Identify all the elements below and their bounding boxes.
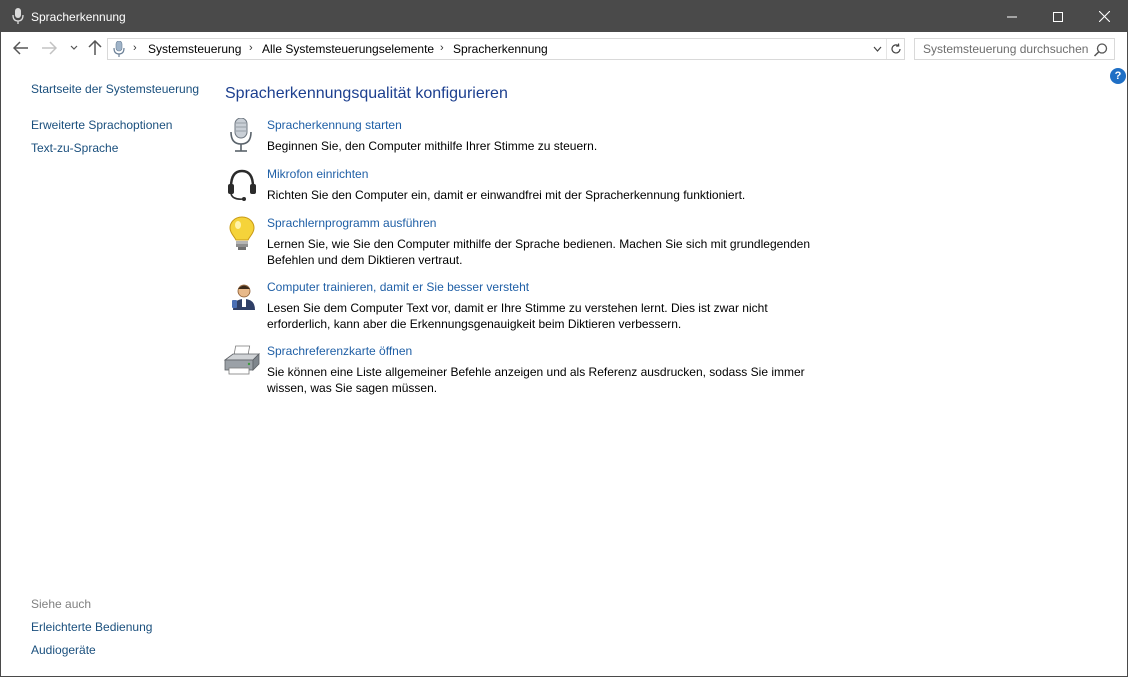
link-start-speech-recognition[interactable]: Spracherkennung starten <box>267 118 402 132</box>
help-icon[interactable]: ? <box>1110 68 1126 84</box>
link-setup-microphone[interactable]: Mikrofon einrichten <box>267 167 368 181</box>
address-bar[interactable]: › Systemsteuerung › Alle Systemsteuerung… <box>107 38 905 60</box>
search-icon[interactable] <box>1093 42 1109 58</box>
up-button[interactable] <box>85 38 105 58</box>
close-icon <box>1098 11 1110 22</box>
printer-icon <box>223 345 260 375</box>
window: Spracherkennung › Systemsteuerung › Alle… <box>0 0 1128 677</box>
task-run-tutorial: Sprachlernprogramm ausführen Lernen Sie,… <box>223 216 823 268</box>
arrow-up-icon <box>88 40 102 55</box>
maximize-button[interactable] <box>1035 1 1081 32</box>
microphone-icon <box>230 118 252 152</box>
task-setup-microphone: Mikrofon einrichten Richten Sie den Comp… <box>223 167 823 207</box>
close-button[interactable] <box>1081 1 1127 32</box>
forward-button[interactable] <box>39 38 59 58</box>
recent-locations-button[interactable] <box>67 38 81 58</box>
link-control-panel-home[interactable]: Startseite der Systemsteuerung <box>31 82 199 96</box>
arrow-left-icon <box>13 41 28 55</box>
task-start-speech-recognition: Spracherkennung starten Beginnen Sie, de… <box>223 118 823 158</box>
breadcrumb-separator[interactable]: › <box>133 42 137 54</box>
window-title: Spracherkennung <box>31 10 126 24</box>
link-ease-of-access[interactable]: Erleichterte Bedienung <box>31 620 152 634</box>
page-title: Spracherkennungsqualität konfigurieren <box>225 85 508 102</box>
link-text-to-speech[interactable]: Text-zu-Sprache <box>31 141 118 155</box>
chevron-down-icon <box>873 46 881 52</box>
task-train-computer: Computer trainieren, damit er Sie besser… <box>223 280 823 332</box>
arrow-right-icon <box>42 41 57 55</box>
lightbulb-icon <box>229 216 255 250</box>
breadcrumb-separator[interactable]: › <box>249 42 253 54</box>
headset-icon <box>228 169 256 201</box>
task-open-reference-card: Sprachreferenzkarte öffnen Sie können ei… <box>223 344 823 396</box>
back-button[interactable] <box>11 38 31 58</box>
title-bar: Spracherkennung <box>1 1 1127 32</box>
link-audio-devices[interactable]: Audiogeräte <box>31 643 96 657</box>
task-description: Sie können eine Liste allgemeiner Befehl… <box>267 365 805 395</box>
task-description: Beginnen Sie, den Computer mithilfe Ihre… <box>267 139 598 153</box>
see-also-heading: Siehe auch <box>31 597 92 611</box>
chevron-down-icon <box>70 45 78 50</box>
microphone-icon <box>113 41 125 57</box>
breadcrumb-spracherkennung[interactable]: Spracherkennung <box>453 42 548 56</box>
microphone-icon <box>12 8 24 24</box>
task-description: Lesen Sie dem Computer Text vor, damit e… <box>267 301 768 331</box>
link-advanced-speech-options[interactable]: Erweiterte Sprachoptionen <box>31 118 172 132</box>
user-training-icon <box>232 284 255 310</box>
refresh-button[interactable] <box>886 39 904 59</box>
minimize-button[interactable] <box>989 1 1035 32</box>
task-description: Lernen Sie, wie Sie den Computer mithilf… <box>267 237 810 267</box>
link-train-computer[interactable]: Computer trainieren, damit er Sie besser… <box>267 280 529 294</box>
navigation-bar: › Systemsteuerung › Alle Systemsteuerung… <box>1 32 1127 65</box>
link-open-reference-card[interactable]: Sprachreferenzkarte öffnen <box>267 344 412 358</box>
search-box[interactable] <box>914 38 1115 60</box>
address-dropdown-button[interactable] <box>868 39 886 59</box>
maximize-icon <box>1053 11 1063 22</box>
minimize-icon <box>1007 16 1017 17</box>
task-description: Richten Sie den Computer ein, damit er e… <box>267 188 746 202</box>
search-input[interactable] <box>915 39 1091 59</box>
link-run-tutorial[interactable]: Sprachlernprogramm ausführen <box>267 216 436 230</box>
breadcrumb-systemsteuerung[interactable]: Systemsteuerung <box>148 42 241 56</box>
breadcrumb-alle-elemente[interactable]: Alle Systemsteuerungselemente <box>262 42 434 56</box>
breadcrumb-separator[interactable]: › <box>440 42 444 54</box>
refresh-icon <box>890 43 901 54</box>
